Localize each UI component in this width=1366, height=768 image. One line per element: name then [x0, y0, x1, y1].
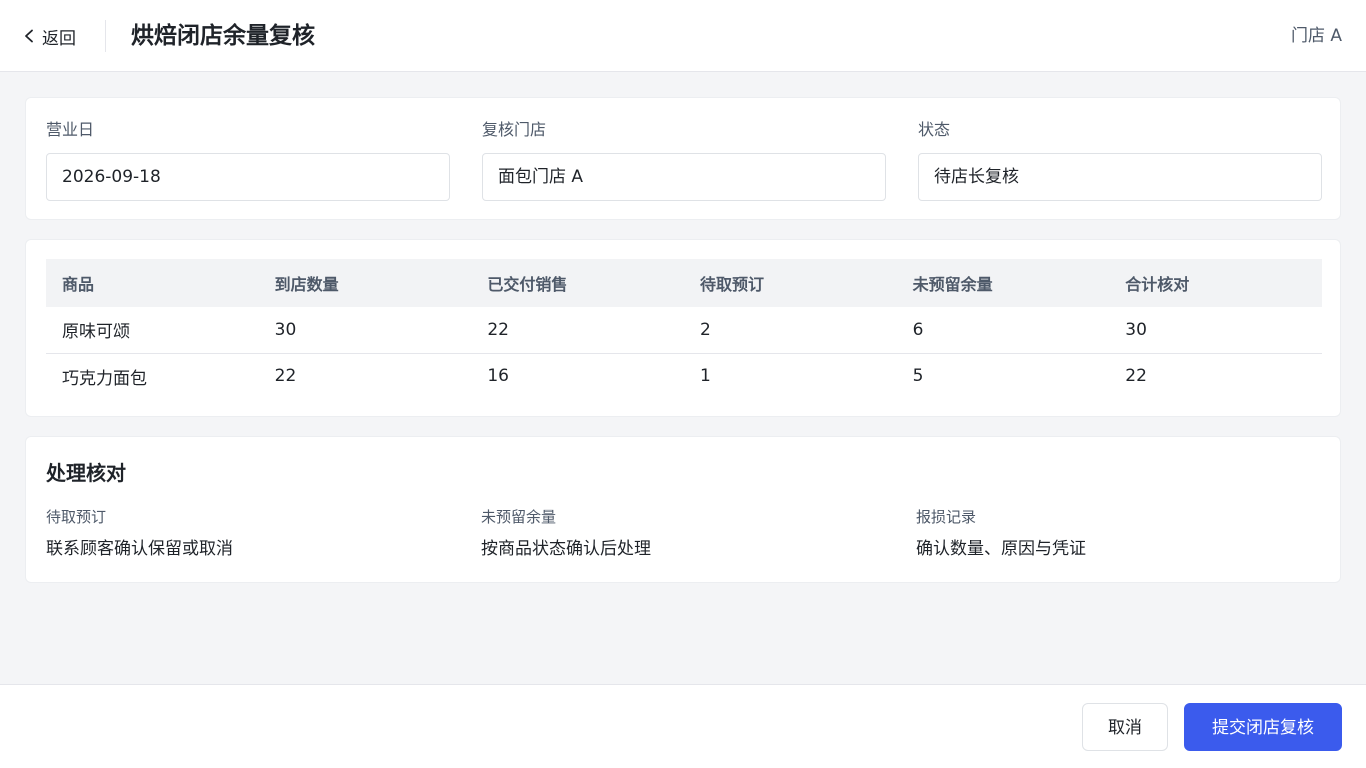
process-check-card: 处理核对 待取预订 联系顾客确认保留或取消 未预留余量 按商品状态确认后处理 报…	[25, 436, 1341, 583]
process-item-pending-pickup: 待取预订 联系顾客确认保留或取消	[46, 507, 466, 561]
table-cell: 30	[258, 307, 472, 354]
status-input[interactable]: 待店长复核	[918, 153, 1322, 201]
section-title: 处理核对	[46, 461, 126, 485]
column-header-sold: 已交付销售	[471, 259, 684, 307]
table-cell: 30	[1109, 307, 1322, 354]
table-cell: 原味可颂	[46, 307, 259, 354]
store-label: 门店 A	[1290, 26, 1342, 46]
status-label: 状态	[918, 120, 951, 139]
table-cell: 5	[912, 366, 924, 387]
process-item-unreserved: 未预留余量 按商品状态确认后处理	[481, 507, 901, 561]
process-item-value: 确认数量、原因与凭证	[916, 539, 1086, 559]
table-cell: 1	[699, 366, 711, 387]
table-cell: 22	[274, 366, 297, 387]
table-cell: 22	[471, 307, 684, 354]
table-cell: 2	[683, 307, 897, 354]
page-title: 烘焙闭店余量复核	[131, 23, 315, 49]
column-header-total: 合计核对	[1109, 259, 1322, 307]
footer-bar: 取消 提交闭店复核	[0, 684, 1366, 768]
column-header-arrived: 到店数量	[258, 259, 472, 307]
business-date-input[interactable]: 2026-09-18	[46, 153, 450, 201]
header-divider	[105, 20, 106, 52]
business-date-label: 营业日	[46, 120, 95, 139]
review-info-card: 营业日 2026-09-18 复核门店 面包门店 A 状态 待店长复核	[25, 97, 1341, 220]
table-cell: 16	[487, 366, 509, 387]
back-label: 返回	[42, 28, 76, 49]
back-button[interactable]: 返回	[22, 22, 76, 50]
table-cell: 22	[1125, 366, 1147, 387]
table-row: 巧克力面包 22 16 1 5 22	[46, 353, 1322, 399]
process-item-value: 联系顾客确认保留或取消	[46, 539, 233, 559]
process-item-label: 待取预订	[46, 508, 107, 526]
cancel-button[interactable]: 取消	[1082, 703, 1168, 751]
review-store-label: 复核门店	[482, 120, 547, 139]
process-item-label: 报损记录	[916, 508, 977, 526]
inventory-card: 商品 到店数量 已交付销售 待取预订 未预留余量 合计核对 原味可颂 30 22…	[25, 239, 1341, 417]
table-row: 原味可颂 30 22 2 6 30	[46, 307, 1322, 354]
process-item-loss-record: 报损记录 确认数量、原因与凭证	[916, 507, 1336, 561]
table-header-row: 商品 到店数量 已交付销售 待取预订 未预留余量 合计核对	[46, 259, 1322, 307]
column-header-product: 商品	[46, 259, 259, 307]
review-store-input[interactable]: 面包门店 A	[482, 153, 886, 201]
process-item-value: 按商品状态确认后处理	[481, 539, 651, 559]
table-cell: 巧克力面包	[62, 368, 147, 389]
submit-review-button[interactable]: 提交闭店复核	[1184, 703, 1342, 751]
process-item-label: 未预留余量	[481, 508, 557, 526]
column-header-pending-pickup: 待取预订	[683, 259, 897, 307]
top-bar: 返回 烘焙闭店余量复核 门店 A	[0, 0, 1366, 72]
chevron-left-icon	[25, 29, 33, 43]
table-cell: 6	[896, 307, 1110, 354]
column-header-unreserved: 未预留余量	[896, 259, 1110, 307]
inventory-table: 商品 到店数量 已交付销售 待取预订 未预留余量 合计核对 原味可颂 30 22…	[46, 259, 1322, 399]
